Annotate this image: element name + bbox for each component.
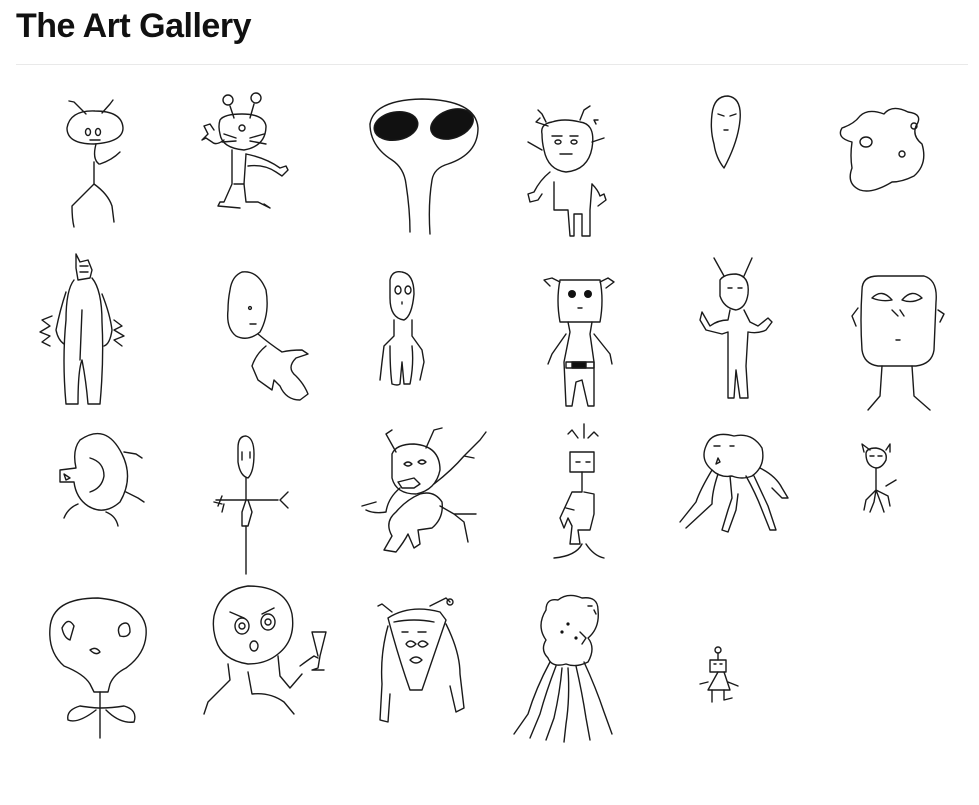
thin-alien-drawing [379,270,425,386]
gallery-item-19[interactable] [24,588,174,748]
gallery-item-18[interactable] [842,430,979,590]
gallery-item-11[interactable] [678,250,828,410]
antenna-alien-drawing [66,99,124,228]
tall-robot-alien-drawing [39,253,125,405]
gallery-item-17[interactable] [672,418,822,578]
gallery-item-20[interactable] [200,584,350,744]
gallery-item-5[interactable] [680,84,830,244]
eared-alien-with-belt-drawing [543,277,615,407]
page-header: The Art Gallery [0,0,979,66]
triangle-face-alien-drawing [377,597,465,723]
gallery-item-4[interactable] [518,84,668,244]
gallery-item-9[interactable] [360,250,510,410]
alien-with-glass-drawing [203,585,327,715]
gallery-item-13[interactable] [34,418,184,578]
cat-alien-waving-drawing [201,92,289,209]
gallery-item-16[interactable] [524,418,674,578]
gallery-item-2[interactable] [184,84,334,244]
page-title: The Art Gallery [16,7,251,45]
big-eyed-grey-alien-drawing [369,98,479,235]
tiny-robot-drawing [699,646,739,703]
jellyfish-alien-drawing [513,594,613,743]
floating-alien-drawing [226,271,309,401]
big-head-face-drawing [851,275,945,411]
gallery-item-10[interactable] [520,250,670,410]
gallery-item-7[interactable] [22,250,172,410]
gallery-item-12[interactable] [842,250,979,411]
gallery-item-22[interactable] [506,588,656,748]
blob-drawing [839,107,925,192]
gallery-item-14[interactable] [196,418,346,578]
skull-alien-drawing [49,597,147,739]
gallery-item-3[interactable] [352,84,502,244]
antenna-alien-arms-up-drawing [699,257,773,399]
pointy-eared-alien-drawing [527,105,607,237]
gallery-item-8[interactable] [200,250,350,410]
teardrop-face-drawing [710,95,741,169]
gallery-item-1[interactable] [22,84,172,244]
gallery-item-23[interactable] [688,640,838,800]
tree-alien-drawing [553,423,605,559]
header-divider [16,64,968,65]
round-head-alien-drawing [59,432,145,527]
bug-alien-drawing [361,427,487,553]
octopus-alien-drawing [679,433,789,533]
small-horned-alien-drawing [861,443,897,513]
stick-alien-drawing [213,435,289,575]
gallery-item-6[interactable] [832,84,979,244]
gallery-item-15[interactable] [356,418,506,578]
gallery-item-21[interactable] [370,594,520,754]
